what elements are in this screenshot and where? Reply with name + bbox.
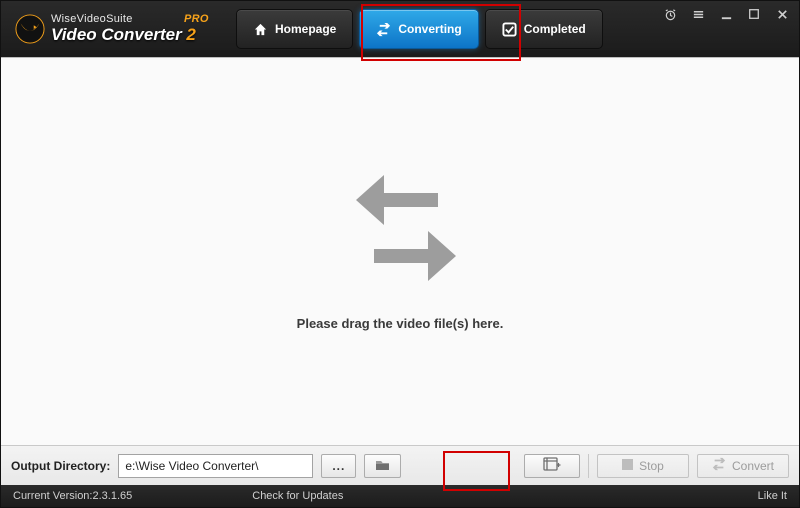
app-window: WiseVideoSuite PRO Video Converter 2 Hom… <box>0 0 800 508</box>
alarm-icon[interactable] <box>663 7 677 21</box>
minimize-icon[interactable] <box>719 7 733 21</box>
browse-button[interactable]: ... <box>321 454 356 478</box>
like-it-link[interactable]: Like It <box>758 490 787 502</box>
bottom-toolbar: Output Directory: e:\Wise Video Converte… <box>1 445 799 485</box>
app-logo: WiseVideoSuite PRO Video Converter 2 <box>1 14 236 44</box>
brand-name: Video Converter <box>51 25 182 44</box>
add-file-icon <box>543 457 561 474</box>
output-dir-value: e:\Wise Video Converter\ <box>125 459 258 473</box>
home-icon <box>253 22 268 37</box>
stop-label: Stop <box>639 459 664 473</box>
version-label: Current Version: <box>13 490 92 502</box>
check-icon <box>502 22 517 37</box>
output-dir-label: Output Directory: <box>11 459 110 473</box>
output-dir-field[interactable]: e:\Wise Video Converter\ <box>118 454 313 478</box>
tab-converting-label: Converting <box>398 22 461 36</box>
brand-suite: WiseVideoSuite <box>51 13 133 25</box>
app-logo-icon <box>15 14 45 44</box>
status-bar: Current Version:2.3.1.65 Check for Updat… <box>1 485 799 507</box>
tab-converting[interactable]: Converting <box>359 9 478 49</box>
maximize-icon[interactable] <box>747 7 761 21</box>
convert-label: Convert <box>732 459 774 473</box>
tab-completed-label: Completed <box>524 22 586 36</box>
open-folder-button[interactable] <box>364 454 401 478</box>
close-icon[interactable] <box>775 7 789 21</box>
convert-button[interactable]: Convert <box>697 454 789 478</box>
stop-icon <box>622 459 633 473</box>
window-controls <box>663 7 789 21</box>
tab-homepage-label: Homepage <box>275 22 336 36</box>
convert-icon <box>376 22 391 37</box>
brand-num: 2 <box>186 25 195 44</box>
stop-button[interactable]: Stop <box>597 454 689 478</box>
brand-pro: PRO <box>184 13 209 25</box>
drop-hint-text: Please drag the video file(s) here. <box>297 316 504 331</box>
divider <box>588 454 589 478</box>
titlebar: WiseVideoSuite PRO Video Converter 2 Hom… <box>1 1 799 57</box>
tab-completed[interactable]: Completed <box>485 9 603 49</box>
folder-icon <box>375 458 390 474</box>
version-block: Current Version:2.3.1.65 <box>13 490 132 502</box>
app-logo-text: WiseVideoSuite PRO Video Converter 2 <box>51 14 209 43</box>
browse-label: ... <box>332 459 345 473</box>
tab-homepage[interactable]: Homepage <box>236 9 353 49</box>
convert-large-icon <box>330 173 470 298</box>
tab-bar: Homepage Converting Completed <box>236 1 603 57</box>
version-value: 2.3.1.65 <box>92 490 132 502</box>
drop-area[interactable]: Please drag the video file(s) here. <box>1 57 799 445</box>
convert-small-icon <box>712 457 726 474</box>
add-file-button[interactable] <box>524 454 580 478</box>
check-updates-link[interactable]: Check for Updates <box>252 490 343 502</box>
menu-icon[interactable] <box>691 7 705 21</box>
